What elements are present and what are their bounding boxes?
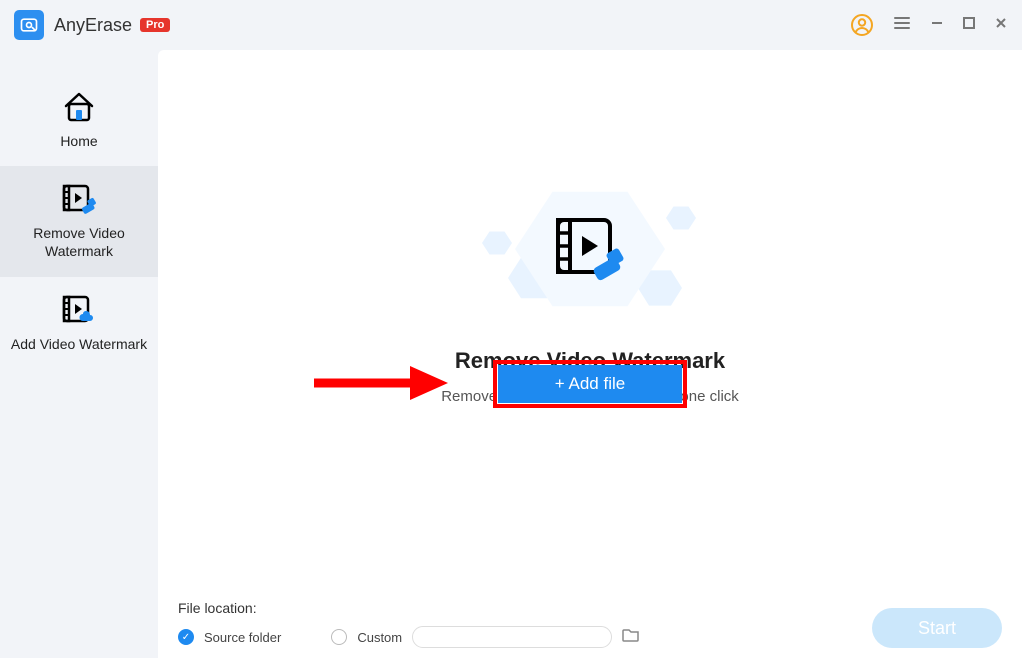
start-button[interactable]: Start [872,608,1002,648]
add-file-button[interactable]: + Add file [498,365,682,403]
add-video-watermark-icon [59,293,99,327]
sidebar-item-label: Home [60,132,97,150]
custom-radio[interactable] [331,629,347,645]
sidebar-item-label: Remove Video Watermark [0,224,158,260]
add-file-highlight: + Add file [493,360,687,408]
source-folder-radio[interactable] [178,629,194,645]
main-panel: Remove Video Watermark Remove watermark … [158,50,1022,658]
home-icon [60,90,98,124]
maximize-icon[interactable] [962,16,976,35]
sidebar-item-add-video-watermark[interactable]: Add Video Watermark [0,277,158,369]
titlebar: AnyErase Pro [0,0,1022,50]
profile-icon[interactable] [850,13,874,37]
remove-video-watermark-icon [59,182,99,216]
folder-icon[interactable] [622,627,640,648]
sidebar-item-home[interactable]: Home [0,74,158,166]
menu-icon[interactable] [892,13,912,38]
hero-illustration [470,160,710,340]
minimize-icon[interactable] [930,16,944,35]
custom-path-input[interactable] [412,626,612,648]
video-eraser-icon [550,214,630,284]
close-icon[interactable] [994,16,1008,35]
app-logo-icon [14,10,44,40]
custom-label: Custom [357,630,402,645]
source-folder-label: Source folder [204,630,281,645]
sidebar: Home Remove Video Watermark [0,50,158,658]
pro-badge: Pro [140,18,170,32]
sidebar-item-remove-video-watermark[interactable]: Remove Video Watermark [0,166,158,276]
sidebar-item-label: Add Video Watermark [11,335,147,353]
annotation-arrow-icon [310,362,450,404]
app-name: AnyErase [54,15,132,36]
